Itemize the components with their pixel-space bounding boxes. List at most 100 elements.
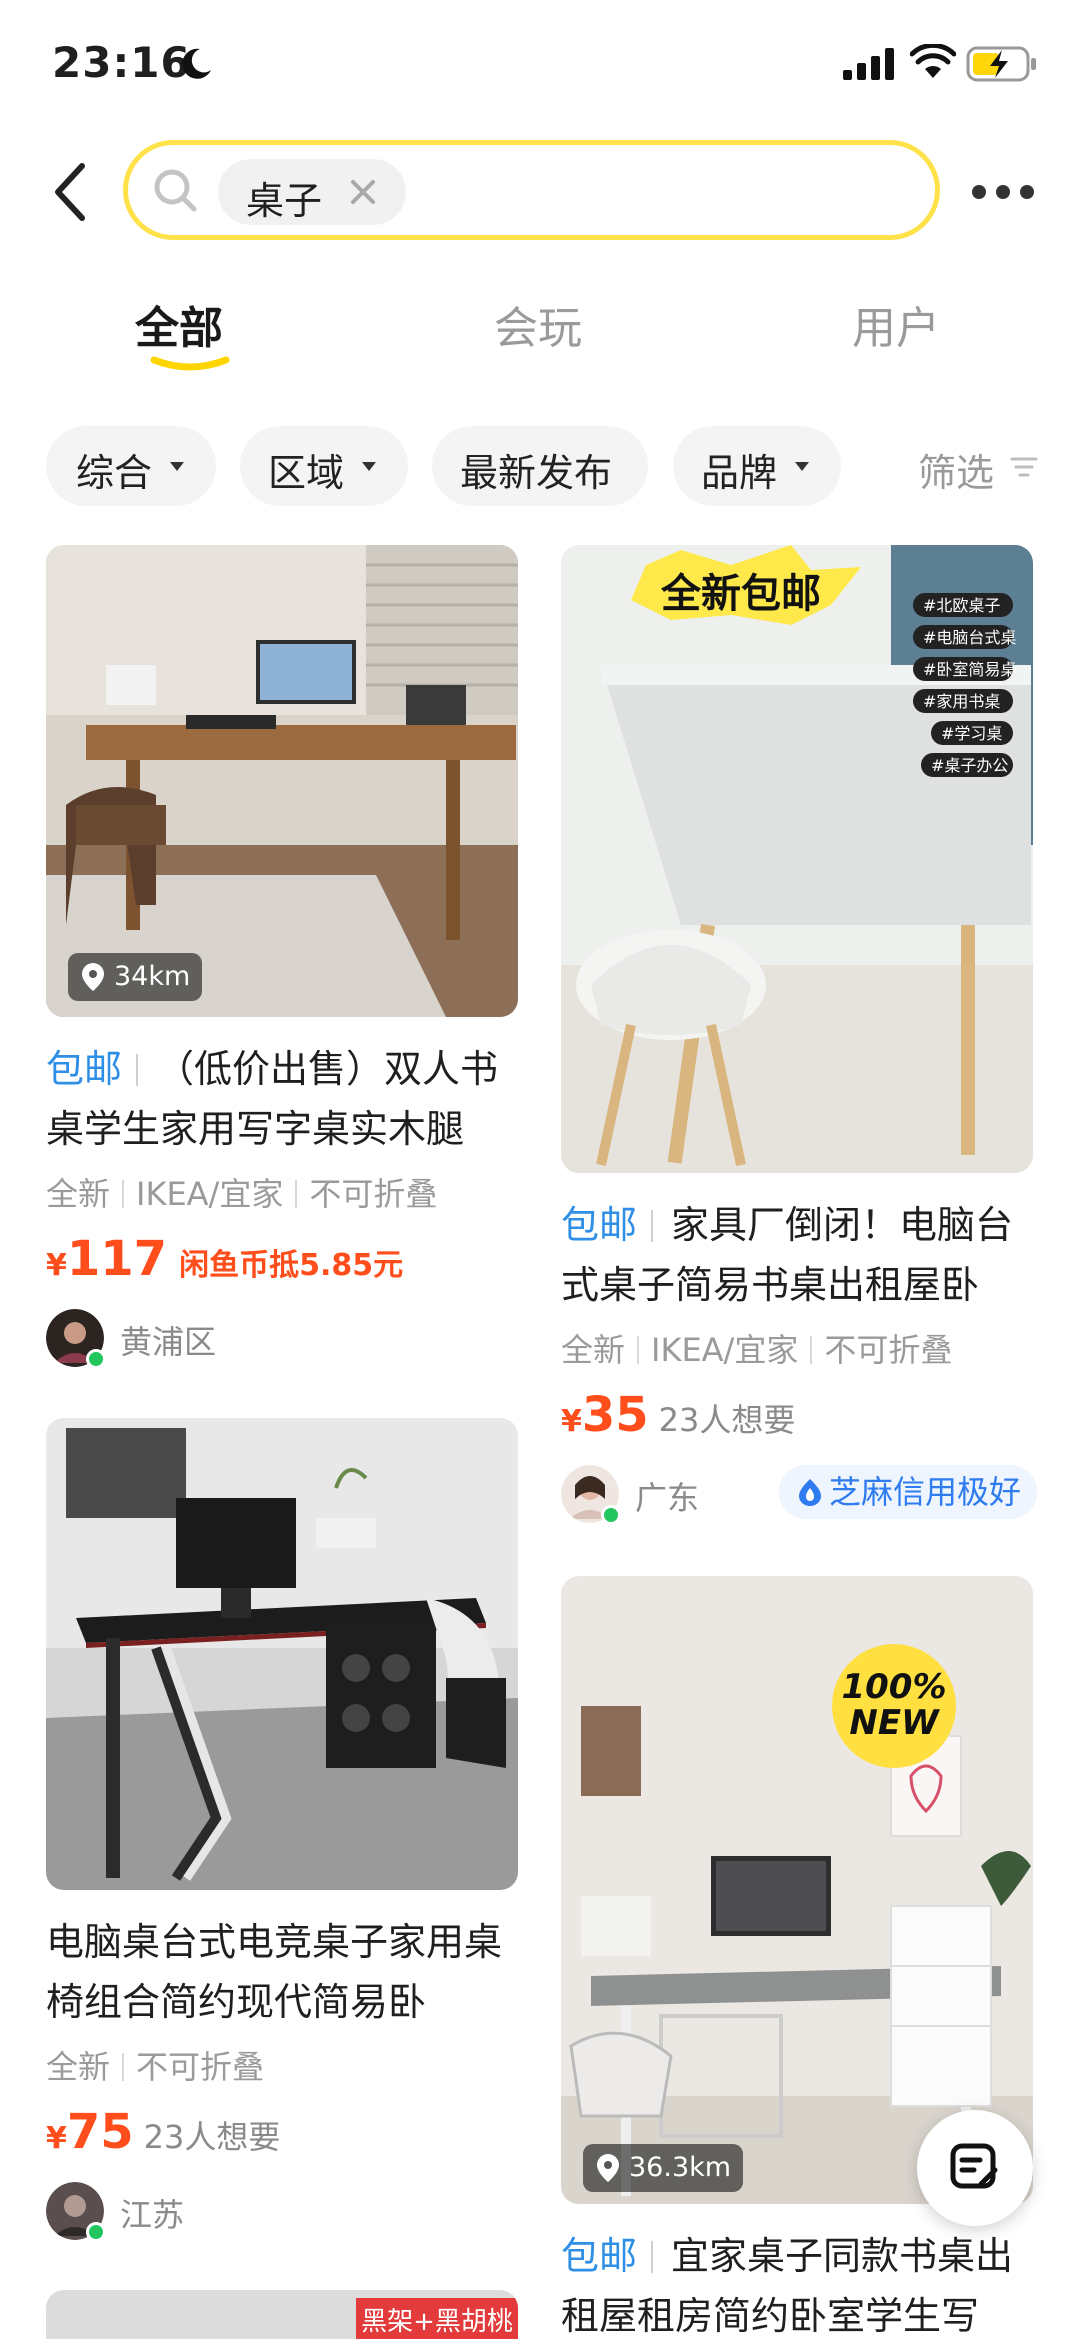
tag: 不可折叠 <box>136 2048 265 2086</box>
filter-brand[interactable]: 品牌 <box>673 426 841 506</box>
price-row: ¥117 闲鱼币抵5.85元 <box>46 1231 403 1287</box>
currency-symbol: ¥ <box>46 1248 67 1283</box>
sesame-credit-icon <box>799 1479 821 1506</box>
desk-photo-illustration: 100% NEW <box>561 1576 1033 2204</box>
want-count: 23人想要 <box>143 2118 281 2156</box>
status-time: 23:16 <box>52 38 191 87</box>
edit-icon <box>950 2143 998 2189</box>
product-title-text: 电脑桌台式电竞桌子家用桌椅组合简约现代简易卧 <box>46 1920 503 2024</box>
more-icon[interactable] <box>970 182 1036 202</box>
search-icon <box>154 169 197 212</box>
location-pin-icon <box>597 2154 619 2182</box>
filter-label: 综合 <box>76 451 153 495</box>
close-icon[interactable] <box>348 177 378 207</box>
wifi-icon <box>910 44 956 78</box>
tab-active-indicator <box>150 356 230 371</box>
product-title[interactable]: 包邮 宜家桌子同款书桌出租屋租房简约卧室学生写 <box>561 2226 1033 2339</box>
image-promo-text: 全新包邮 <box>660 571 821 617</box>
battery-icon <box>966 46 1036 82</box>
free-shipping-label: 包邮 <box>561 2234 638 2278</box>
caret-down-icon <box>362 462 376 471</box>
product-tags: 全新 IKEA/宜家 不可折叠 <box>46 1169 437 1215</box>
product-image[interactable]: 34km <box>46 545 518 1017</box>
product-image[interactable]: 黑架+黑胡桃 <box>46 2290 518 2339</box>
filter-comprehensive[interactable]: 综合 <box>46 426 216 506</box>
search-query-chip[interactable]: 桌子 <box>218 159 406 225</box>
product-title[interactable]: 包邮 （低价出售）双人书桌学生家用写字桌实木腿 <box>46 1039 518 1159</box>
filter-label: 区域 <box>268 451 345 495</box>
price: 117 <box>66 1231 168 1287</box>
coin-discount: 闲鱼币抵5.85元 <box>179 1248 404 1283</box>
image-promo-text: NEW <box>849 1703 940 1743</box>
desk-photo-illustration <box>46 1418 518 1890</box>
image-promo-text: 黑架+黑胡桃 <box>361 2307 513 2337</box>
online-dot <box>86 2222 106 2242</box>
online-dot <box>601 1505 621 1525</box>
price-row: ¥35 23人想要 <box>561 1387 795 1443</box>
product-card[interactable]: 黑架+黑胡桃 <box>46 2290 518 2339</box>
tag: 全新 <box>561 1331 626 1369</box>
search-bar[interactable]: 桌子 <box>123 140 940 240</box>
tag: IKEA/宜家 <box>136 1175 284 1213</box>
signal-icon <box>843 48 894 80</box>
image-promo-text: 100% <box>841 1667 946 1707</box>
image-tag: #卧室简易桌 <box>923 660 1016 679</box>
publish-button[interactable] <box>917 2110 1033 2226</box>
filter-region[interactable]: 区域 <box>240 426 408 506</box>
moon-icon <box>182 48 211 79</box>
tag: 全新 <box>46 2048 111 2086</box>
image-tag: #学习桌 <box>941 724 1002 743</box>
image-tag: #桌子办公 <box>931 756 1008 775</box>
tab-users[interactable]: 用户 <box>852 292 940 356</box>
seller-location: 江苏 <box>120 2196 185 2234</box>
desk-photo-illustration: 黑架+黑胡桃 <box>46 2290 518 2339</box>
tab-all[interactable]: 全部 <box>135 292 223 356</box>
price: 75 <box>66 2104 134 2160</box>
credit-badge: 芝麻信用极好 <box>779 1465 1037 1519</box>
seller-row[interactable]: 广东 芝麻信用极好 <box>561 1465 1037 1525</box>
location-pin-icon <box>82 963 104 991</box>
product-image[interactable]: 全新包邮 #北欧桌子 #电脑台式桌 #卧室简易桌 #家用书桌 #学习桌 #桌子办… <box>561 545 1033 1173</box>
product-image[interactable] <box>46 1418 518 1890</box>
free-shipping-label: 包邮 <box>561 1203 638 1247</box>
desk-photo-illustration: 全新包邮 #北欧桌子 #电脑台式桌 #卧室简易桌 #家用书桌 #学习桌 #桌子办… <box>561 545 1033 1173</box>
online-dot <box>86 1349 106 1369</box>
tab-play[interactable]: 会玩 <box>494 292 582 356</box>
filter-screen-button[interactable]: 筛选 <box>918 442 994 497</box>
image-tag: #家用书桌 <box>923 692 1000 711</box>
product-title[interactable]: 电脑桌台式电竞桌子家用桌椅组合简约现代简易卧 <box>46 1912 518 2032</box>
distance-text: 36.3km <box>629 2152 732 2183</box>
seller-location: 黄浦区 <box>120 1323 217 1361</box>
image-tag: #北欧桌子 <box>923 596 1000 615</box>
price: 35 <box>581 1387 649 1443</box>
price-row: ¥75 23人想要 <box>46 2104 280 2160</box>
tag: IKEA/宜家 <box>651 1331 799 1369</box>
product-image[interactable]: 100% NEW 36.3km <box>561 1576 1033 2204</box>
seller-location: 广东 <box>635 1479 700 1517</box>
desk-photo-illustration <box>46 545 518 1017</box>
tag: 不可折叠 <box>309 1175 438 1213</box>
product-tags: 全新 IKEA/宜家 不可折叠 <box>561 1325 952 1371</box>
free-shipping-label: 包邮 <box>46 1047 123 1091</box>
filter-label: 最新发布 <box>460 451 613 495</box>
status-bar: 23:16 <box>0 0 1080 130</box>
tag: 全新 <box>46 1175 111 1213</box>
want-count: 23人想要 <box>658 1401 796 1439</box>
filter-icon <box>1010 457 1038 477</box>
image-tag: #电脑台式桌 <box>923 628 1016 647</box>
search-query-text: 桌子 <box>246 179 323 223</box>
tag: 不可折叠 <box>824 1331 953 1369</box>
distance-badge: 34km <box>68 953 203 1001</box>
product-title[interactable]: 包邮 家具厂倒闭！电脑台式桌子简易书桌出租屋卧 <box>561 1195 1033 1315</box>
currency-symbol: ¥ <box>561 1404 582 1439</box>
distance-badge: 36.3km <box>583 2144 744 2192</box>
filter-latest[interactable]: 最新发布 <box>432 426 648 506</box>
back-icon[interactable] <box>48 160 96 224</box>
credit-text: 芝麻信用极好 <box>829 1473 1022 1511</box>
product-tags: 全新 不可折叠 <box>46 2042 264 2088</box>
caret-down-icon <box>170 462 184 471</box>
currency-symbol: ¥ <box>46 2121 67 2156</box>
filter-label: 品牌 <box>701 451 778 495</box>
caret-down-icon <box>795 462 809 471</box>
distance-text: 34km <box>114 961 191 992</box>
